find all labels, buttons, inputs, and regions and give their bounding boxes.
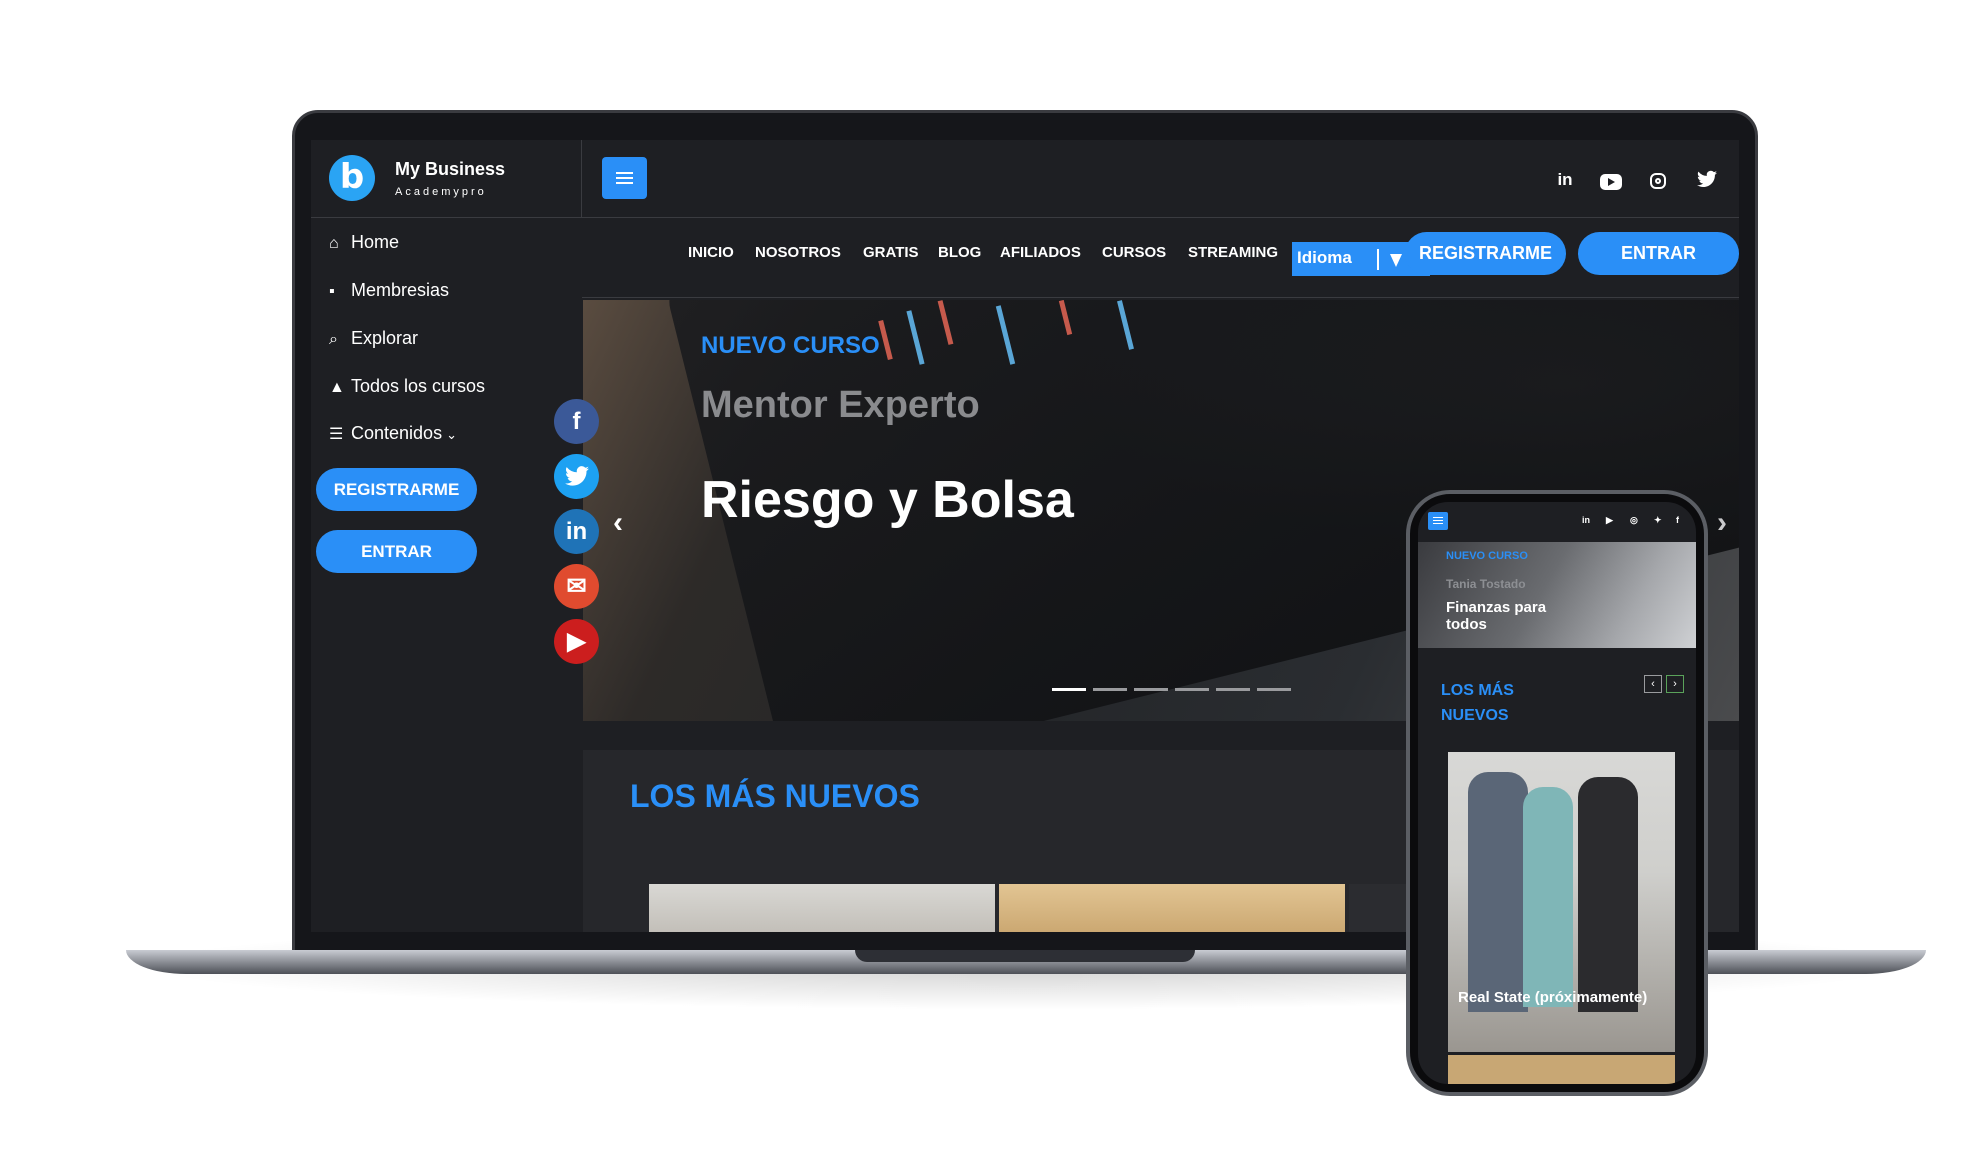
list-icon: ☰ [329,426,344,443]
course-thumbnail[interactable] [999,884,1345,932]
sidebar-item-label: Explorar [351,328,419,348]
sidebar-item-label: Todos los cursos [351,376,486,396]
twitter-icon[interactable] [554,454,599,499]
brand-header[interactable]: b My Business Academypro [311,140,582,218]
hero-title: Riesgo y Bolsa [701,471,1074,529]
linkedin-icon[interactable]: in [1553,170,1577,194]
sidebar-login-button[interactable]: ENTRAR [316,530,477,573]
facebook-icon[interactable]: f [554,399,599,444]
phone-hero[interactable]: NUEVO CURSO Tania Tostado Finanzas para … [1418,542,1696,648]
phone-prev-icon[interactable]: ‹ [1644,675,1662,693]
hamburger-line [1433,523,1443,524]
brand-subtitle: Academypro [395,186,487,198]
slider-dot[interactable] [1175,688,1209,691]
chevron-down-icon: ⌄ [446,427,457,442]
hamburger-line [616,177,633,179]
youtube-icon[interactable]: ▶ [1606,515,1613,526]
phone-screen: in ▶ ◎ ✦ f NUEVO CURSO Tania Tostado Fin… [1418,502,1696,1084]
hamburger-line [616,182,633,184]
register-button[interactable]: REGISTRARME [1405,232,1566,275]
laptop-notch [855,950,1195,962]
select-separator [1377,249,1379,270]
sidebar-register-button[interactable]: REGISTRARME [316,468,477,511]
search-icon: ⌕ [329,331,338,348]
sidebar-item-contenidos[interactable]: ☰ Contenidos ⌄ [329,423,457,444]
phone-section-title: LOS MÁS NUEVOS [1441,682,1514,724]
language-label: Idioma [1297,248,1352,267]
card-photo-person [1523,787,1573,1007]
course-thumbnail[interactable] [649,884,995,932]
graduation-cap-icon: ▲ [329,379,345,396]
phone-hero-tag: NUEVO CURSO [1446,550,1528,562]
phone-next-card[interactable] [1448,1055,1675,1084]
instagram-icon[interactable] [1650,173,1666,189]
bag-icon: ▪ [329,283,335,300]
home-icon: ⌂ [329,235,339,252]
nav-afiliados[interactable]: AFILIADOS [1000,244,1081,261]
twitter-icon[interactable] [1695,170,1719,194]
sidebar-item-home[interactable]: ⌂ Home [329,232,399,253]
nav-inicio[interactable]: INICIO [688,244,734,261]
hero-tag: NUEVO CURSO [701,332,880,359]
menu-toggle-button[interactable] [602,157,647,199]
phone-course-card[interactable]: Real State (próximamente) [1448,752,1675,1052]
section-title: LOS MÁS NUEVOS [630,778,920,814]
facebook-icon[interactable]: f [1676,515,1679,525]
twitter-icon[interactable]: ✦ [1654,515,1662,526]
linkedin-icon[interactable]: in [554,509,599,554]
sidebar-item-label: Home [351,232,400,252]
sidebar-item-membresias[interactable]: ▪ Membresias [329,280,449,301]
slider-dot[interactable] [1257,688,1291,691]
linkedin-icon[interactable]: in [1582,515,1590,525]
logo: b [329,155,375,201]
youtube-icon[interactable] [1600,174,1622,190]
brand-name: My Business [395,159,506,179]
nav-streaming[interactable]: STREAMING [1188,244,1278,261]
nav-cursos[interactable]: CURSOS [1102,244,1166,261]
sidebar-item-cursos[interactable]: ▲ Todos los cursos [329,376,485,397]
nav-nosotros[interactable]: NOSOTROS [755,244,841,261]
card-photo-person [1468,772,1528,1012]
login-button[interactable]: ENTRAR [1578,232,1739,275]
instagram-icon[interactable]: ◎ [1630,515,1638,526]
dropdown-arrow-icon [1390,254,1402,267]
slider-dot[interactable] [1093,688,1127,691]
sidebar-item-explorar[interactable]: ⌕ Explorar [329,328,418,349]
phone-card-title: Real State (próximamente) [1458,989,1648,1006]
nav-blog[interactable]: BLOG [938,244,981,261]
hero-subtitle: Mentor Experto [701,384,980,426]
nav-gratis[interactable]: GRATIS [863,244,919,261]
slider-next-icon[interactable]: › [1717,506,1727,540]
slider-dot[interactable] [1134,688,1168,691]
card-photo-person [1578,777,1638,1012]
hamburger-line [1433,520,1443,521]
slider-prev-icon[interactable]: ‹ [613,506,623,540]
phone-next-icon[interactable]: › [1666,675,1684,693]
phone-menu-button[interactable] [1428,512,1448,530]
sidebar-item-label: Contenidos [351,423,443,443]
phone-hero-title: Finanzas para todos [1446,599,1547,633]
phone-hero-subtitle: Tania Tostado [1446,577,1526,591]
hamburger-line [1433,517,1443,518]
hamburger-line [616,172,633,174]
slider-dot[interactable] [1052,688,1086,691]
youtube-icon[interactable]: ▶ [554,619,599,664]
header-divider [582,217,1739,218]
email-icon[interactable]: ✉ [554,564,599,609]
nav-divider [582,297,1739,298]
sidebar-item-label: Membresias [351,280,450,300]
slider-dot[interactable] [1216,688,1250,691]
